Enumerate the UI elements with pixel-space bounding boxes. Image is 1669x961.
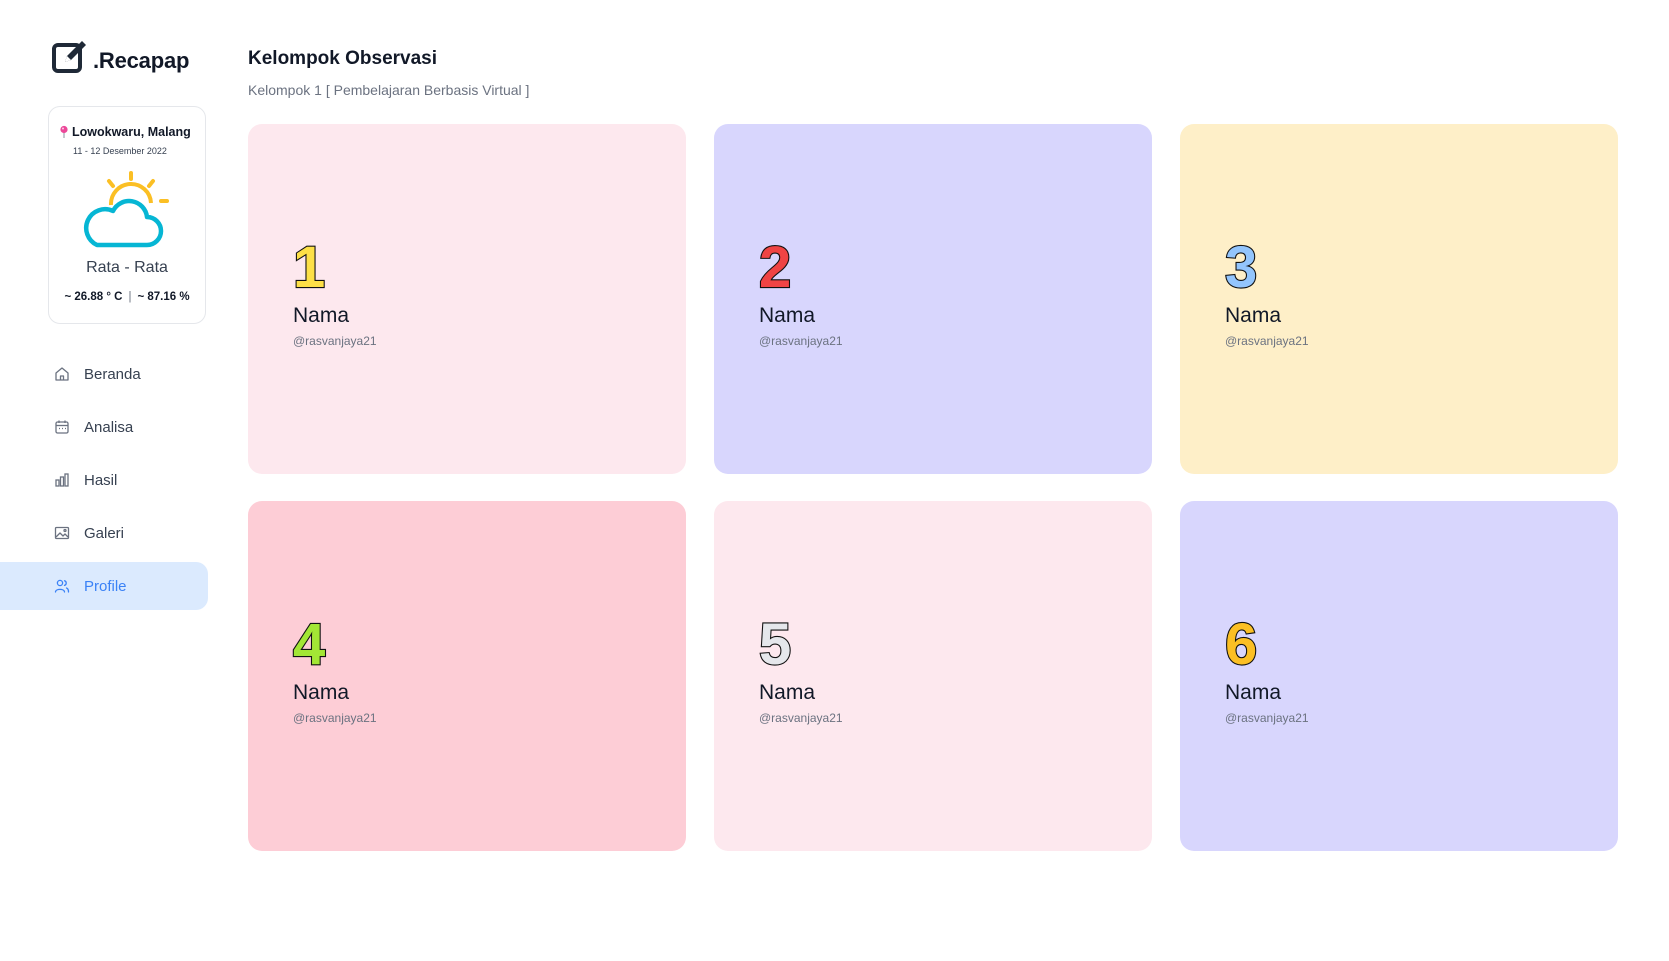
member-card[interactable]: 4 Nama @rasvanjaya21 [248, 501, 686, 851]
users-icon [54, 578, 70, 594]
member-card[interactable]: 3 Nama @rasvanjaya21 [1180, 124, 1618, 474]
member-name: Nama [759, 681, 816, 704]
image-icon [54, 525, 70, 541]
app-name: .Recapap [93, 48, 190, 73]
bar-chart-icon [54, 472, 70, 488]
nav-item-galeri[interactable]: Galeri [0, 509, 208, 557]
weather-card: Lowokwaru, Malang 11 - 12 Desember 2022 … [48, 106, 206, 324]
partly-cloudy-icon [81, 169, 173, 254]
member-handle: @rasvanjaya21 [759, 334, 843, 348]
calendar-icon [54, 419, 70, 435]
member-handle: @rasvanjaya21 [759, 711, 843, 725]
member-name: Nama [759, 304, 816, 327]
member-card[interactable]: 6 Nama @rasvanjaya21 [1180, 501, 1618, 851]
member-number: 4 [292, 612, 326, 677]
member-handle: @rasvanjaya21 [1225, 711, 1309, 725]
temperature-value: ~ 26.88 ° C [64, 291, 123, 303]
page-subtitle: Kelompok 1 [ Pembelajaran Berbasis Virtu… [248, 82, 530, 98]
member-handle: @rasvanjaya21 [1225, 334, 1309, 348]
member-number: 3 [1224, 235, 1258, 300]
member-name: Nama [293, 304, 350, 327]
weather-average-label: Rata - Rata [86, 259, 168, 276]
member-grid: 1 Nama @rasvanjaya21 2 Nama @rasvanjaya2… [248, 124, 1618, 851]
member-name: Nama [1225, 304, 1282, 327]
home-icon [54, 366, 70, 382]
member-number: 6 [1224, 612, 1258, 677]
page-title: Kelompok Observasi [248, 48, 438, 69]
nav-label: Analisa [84, 418, 134, 436]
location-label: Lowokwaru, Malang [72, 125, 191, 139]
map-pin-icon [59, 125, 69, 144]
member-card[interactable]: 1 Nama @rasvanjaya21 [248, 124, 686, 474]
member-handle: @rasvanjaya21 [293, 711, 377, 725]
nav-label: Galeri [84, 524, 125, 542]
nav-label: Beranda [84, 365, 141, 383]
sidebar-nav: Beranda Analisa Hasil Galeri Profile [0, 350, 208, 615]
nav-item-profile[interactable]: Profile [0, 562, 208, 610]
app-logo[interactable]: .Recapap [51, 38, 189, 76]
date-range: 11 - 12 Desember 2022 [73, 146, 167, 156]
member-number: 1 [292, 235, 326, 300]
sidebar: .Recapap Lowokwaru, Malang 11 - 12 Desem… [0, 0, 215, 961]
nav-label: Profile [84, 577, 127, 595]
nav-item-beranda[interactable]: Beranda [0, 350, 208, 398]
edit-note-icon [51, 38, 89, 76]
nav-label: Hasil [84, 471, 118, 489]
weather-location: Lowokwaru, Malang [59, 125, 191, 144]
member-name: Nama [293, 681, 350, 704]
member-card[interactable]: 2 Nama @rasvanjaya21 [714, 124, 1152, 474]
member-name: Nama [1225, 681, 1282, 704]
humidity-value: ~ 87.16 % [137, 291, 190, 303]
member-handle: @rasvanjaya21 [293, 334, 377, 348]
weather-stats: ~ 26.88 ° C | ~ 87.16 % [49, 291, 205, 303]
nav-item-analisa[interactable]: Analisa [0, 403, 208, 451]
member-number: 5 [758, 612, 792, 677]
stats-separator: | [128, 291, 132, 303]
member-card[interactable]: 5 Nama @rasvanjaya21 [714, 501, 1152, 851]
nav-item-hasil[interactable]: Hasil [0, 456, 208, 504]
member-number: 2 [758, 235, 792, 300]
